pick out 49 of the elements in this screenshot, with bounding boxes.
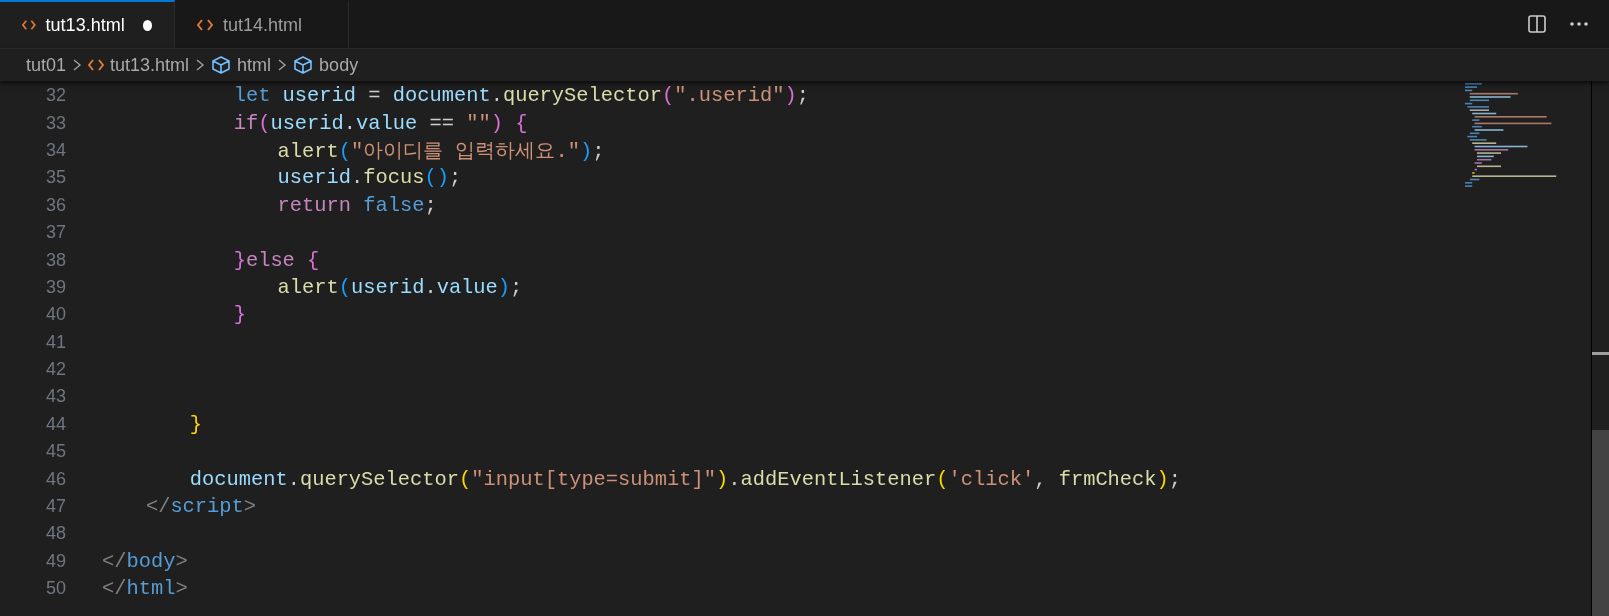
line-number: 44	[44, 413, 67, 435]
code-line: </script>	[145, 495, 257, 519]
line-number: 35	[44, 167, 67, 189]
code-line: }	[189, 412, 202, 436]
chevron-icon	[277, 58, 288, 72]
line-number: 49	[44, 550, 67, 572]
line-number: 37	[44, 222, 67, 244]
code-file-icon	[197, 19, 213, 31]
line-number: 42	[44, 359, 67, 381]
more-icon[interactable]	[1569, 21, 1589, 27]
breadcrumb-item[interactable]: html	[237, 54, 272, 76]
code-line: }	[233, 303, 246, 327]
line-number: 39	[44, 276, 67, 298]
cube-icon	[293, 55, 314, 75]
code-line: document.querySelector("input[type=submit]").addEventListener('click', frmCheck);	[189, 467, 1182, 491]
line-number: 40	[44, 304, 67, 326]
cube-icon	[211, 55, 232, 75]
code-line: if(userid.value == "") {	[233, 111, 528, 135]
line-number: 50	[44, 578, 67, 600]
code-file-icon	[22, 19, 36, 31]
line-number: 34	[44, 139, 67, 161]
line-number: 45	[44, 441, 67, 463]
code-line: </body>	[102, 549, 188, 573]
breadcrumb-item[interactable]: tut13.html	[110, 54, 190, 76]
code-line: }else {	[233, 248, 320, 272]
code-line: return false;	[277, 193, 437, 217]
line-number: 47	[44, 496, 67, 518]
code-line: </html>	[102, 577, 188, 601]
line-number: 48	[44, 523, 67, 545]
code-line: userid.focus();	[277, 166, 462, 190]
code-line: alert(userid.value);	[277, 275, 523, 299]
breadcrumb-item[interactable]: body	[319, 54, 359, 76]
line-number: 36	[44, 194, 67, 216]
line-number: 41	[44, 331, 67, 353]
code-line: let userid = document.querySelector(".userid");	[233, 84, 809, 108]
line-number: 46	[44, 468, 67, 490]
chevron-icon	[72, 58, 83, 72]
line-number: 33	[44, 112, 67, 134]
chevron-icon	[195, 58, 206, 72]
editor-tab[interactable]: tut13.html	[0, 0, 175, 48]
line-number: 32	[44, 85, 67, 107]
split-editor-icon[interactable]	[1527, 14, 1547, 34]
breadcrumb-item[interactable]: tut01	[26, 54, 67, 76]
line-number: 38	[44, 249, 67, 271]
scrollbar-thumb[interactable]	[1592, 430, 1609, 616]
line-number: 43	[44, 386, 67, 408]
code-file-icon	[88, 59, 105, 71]
code-line: alert("아이디를 입력하세요.");	[277, 139, 605, 165]
cursor-marker	[1592, 352, 1609, 355]
